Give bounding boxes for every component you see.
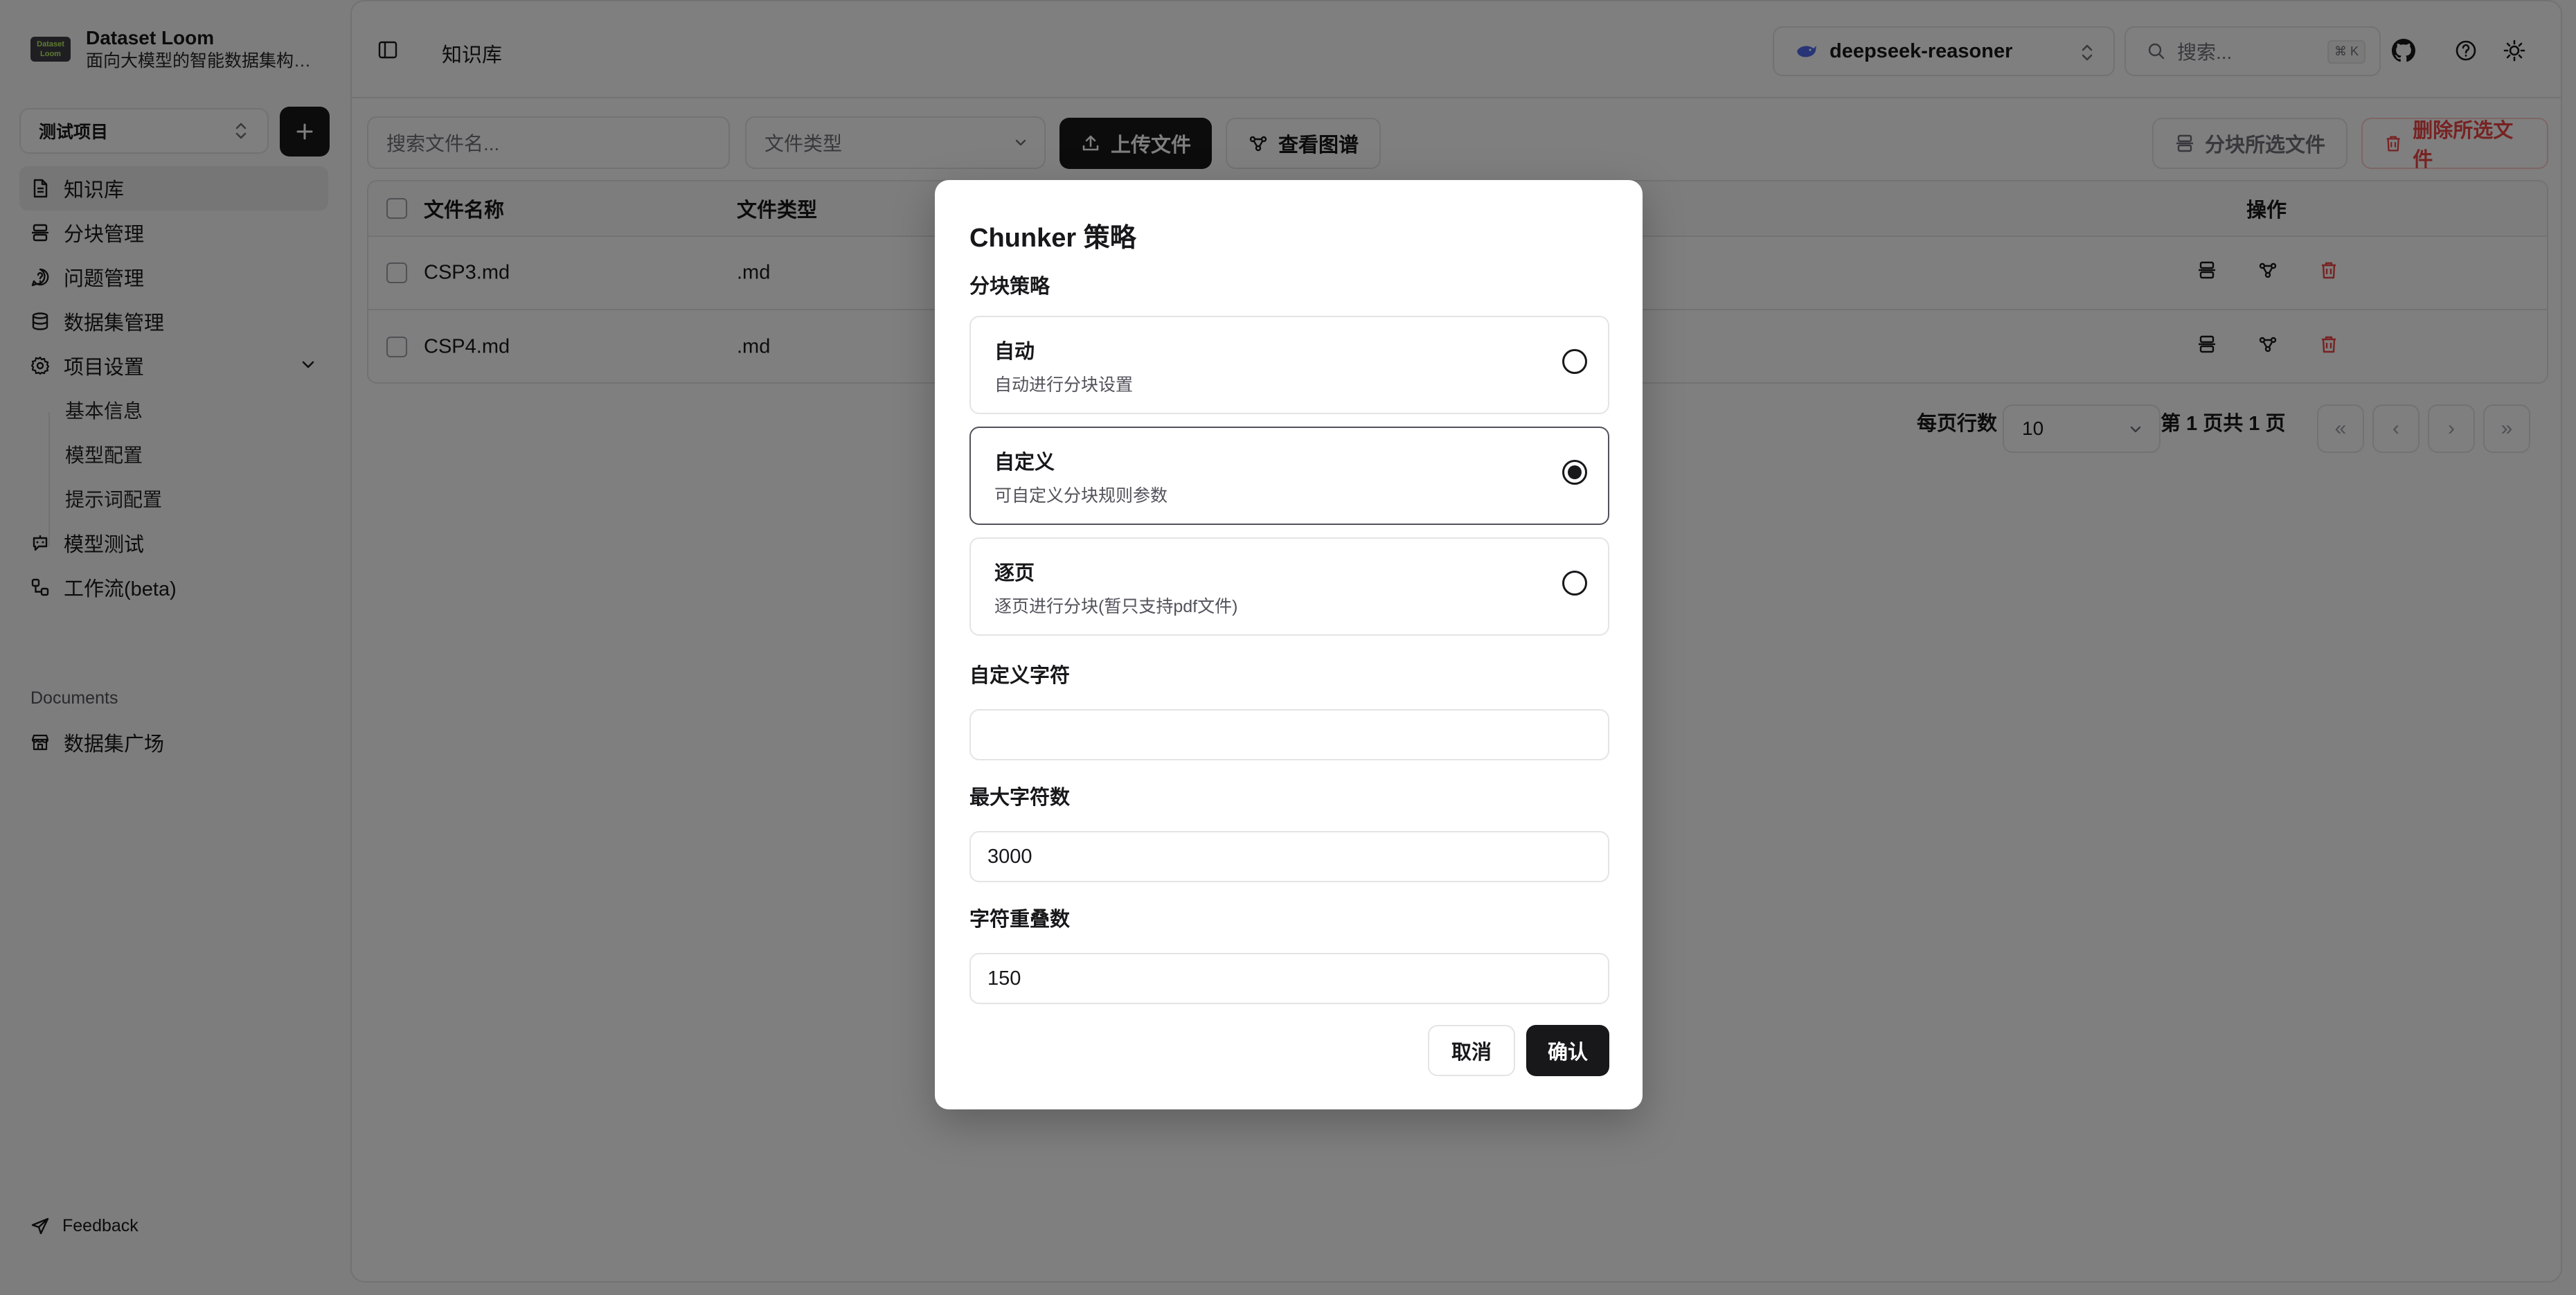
chunker-strategy-dialog: Chunker 策略 分块策略 自动 自动进行分块设置 自定义 可自定义分块规则… [935, 180, 1643, 1109]
confirm-button[interactable]: 确认 [1526, 1025, 1609, 1076]
option-description: 逐页进行分块(暂只支持pdf文件) [994, 597, 1238, 616]
radio-button[interactable] [1562, 349, 1587, 374]
dialog-title: Chunker 策略 [969, 224, 1136, 253]
overlap-label: 字符重叠数 [969, 909, 1071, 931]
cancel-button[interactable]: 取消 [1428, 1025, 1515, 1076]
custom-chars-label: 自定义字符 [969, 665, 1071, 687]
strategy-label: 分块策略 [969, 276, 1050, 298]
radio-button-selected[interactable] [1562, 460, 1587, 485]
option-title: 逐页 [994, 562, 1035, 584]
strategy-option-auto[interactable]: 自动 自动进行分块设置 [969, 316, 1609, 414]
overlap-input[interactable] [969, 953, 1609, 1004]
max-chars-label: 最大字符数 [969, 787, 1071, 809]
option-description: 自动进行分块设置 [994, 375, 1134, 395]
custom-chars-input[interactable] [969, 709, 1609, 760]
option-title: 自动 [994, 341, 1035, 363]
option-title: 自定义 [994, 452, 1055, 474]
option-description: 可自定义分块规则参数 [994, 486, 1168, 506]
strategy-option-page[interactable]: 逐页 逐页进行分块(暂只支持pdf文件) [969, 537, 1609, 636]
radio-button[interactable] [1562, 571, 1587, 596]
max-chars-input[interactable] [969, 831, 1609, 882]
strategy-option-custom[interactable]: 自定义 可自定义分块规则参数 [969, 427, 1609, 525]
